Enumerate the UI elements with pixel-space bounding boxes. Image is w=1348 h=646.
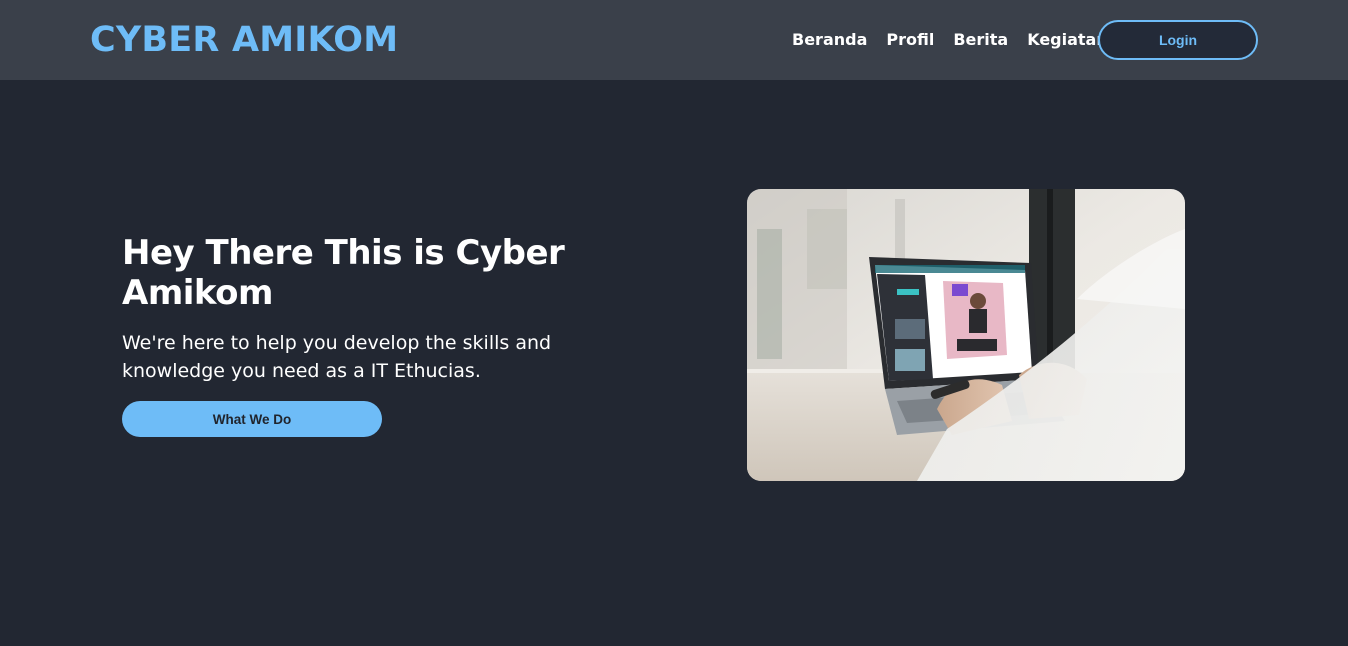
nav-link-kegiatan[interactable]: Kegiatan — [1027, 29, 1108, 51]
brand-logo[interactable]: CYBER AMIKOM — [90, 19, 398, 61]
nav-link-beranda[interactable]: Beranda — [792, 29, 867, 51]
nav-links: Beranda Profil Berita Kegiatan — [792, 29, 1108, 51]
laptop-photo-icon — [747, 189, 1185, 481]
nav-link-profil[interactable]: Profil — [886, 29, 934, 51]
hero-image — [747, 189, 1185, 481]
hero-title: Hey There This is Cyber Amikom — [122, 233, 565, 313]
hero-subtitle: We're here to help you develop the skill… — [122, 332, 552, 382]
what-we-do-button[interactable]: What We Do — [122, 401, 382, 437]
login-button[interactable]: Login — [1098, 20, 1258, 60]
nav-link-berita[interactable]: Berita — [953, 29, 1008, 51]
navbar: CYBER AMIKOM Beranda Profil Berita Kegia… — [0, 0, 1348, 80]
